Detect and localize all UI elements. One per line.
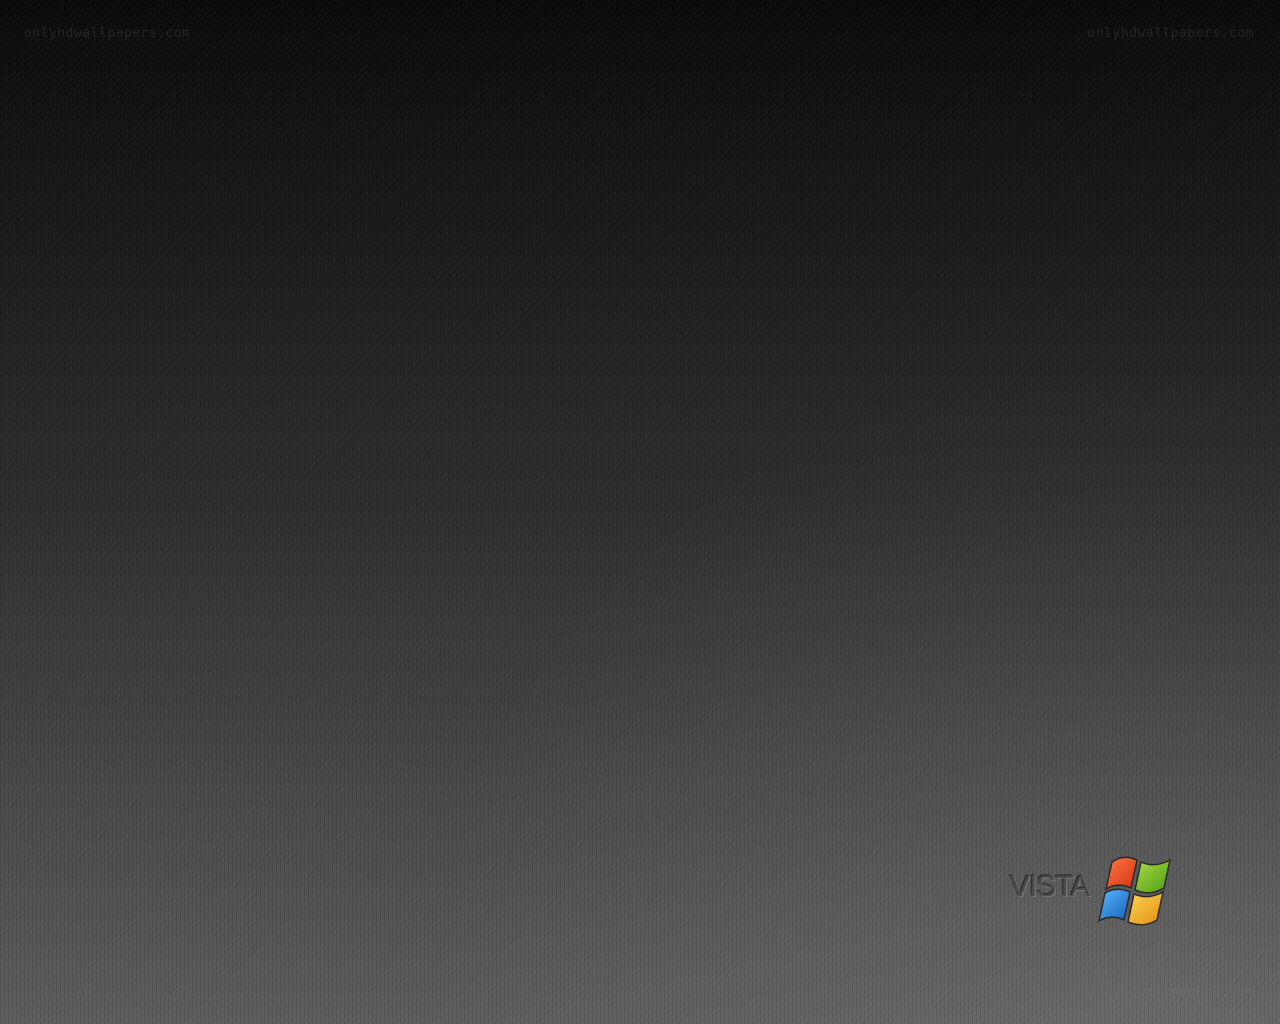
- flag-green-pane: [1134, 858, 1172, 894]
- flag-yellow-pane: [1127, 890, 1165, 926]
- flag-blue-pane: [1098, 888, 1131, 923]
- vista-wordmark: VISTA: [1010, 870, 1090, 903]
- watermark-top-right: onlyhdwallpapers.com: [1087, 26, 1254, 41]
- watermark-top-left: onlyhdwallpapers.com: [24, 26, 191, 41]
- watermark-bottom-right: onlyhdwallpapers.com: [1087, 985, 1254, 1000]
- windows-flag-icon: [1098, 856, 1172, 926]
- vista-logo: VISTA: [1008, 852, 1183, 932]
- watermark-bottom-left: onlyhdwallpapers.com: [24, 985, 191, 1000]
- flag-red-pane: [1104, 856, 1138, 891]
